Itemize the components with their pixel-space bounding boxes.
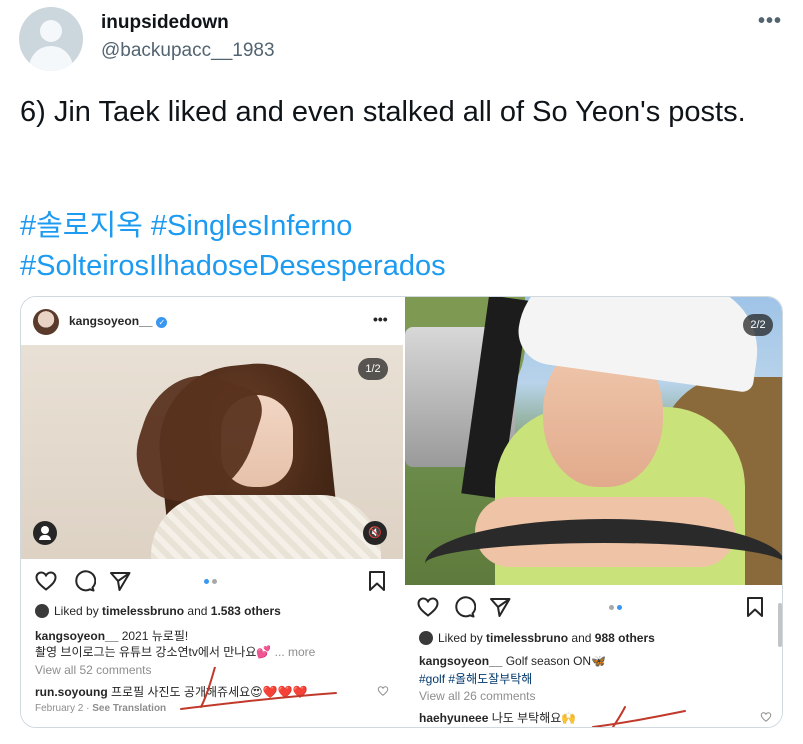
ig-photo-left: 1/2 🔇 bbox=[21, 345, 403, 559]
caption-tags: #golf #올해도잘부탁해 bbox=[419, 672, 533, 686]
caption-line2-text: 촬영 브이로그는 유튜브 강소연tv에서 만나요💕 bbox=[35, 645, 272, 659]
hashtags: #솔로지옥 #SinglesInferno #SolteirosIlhadose… bbox=[20, 206, 760, 286]
liker-avatar bbox=[419, 631, 433, 645]
ig-actions bbox=[21, 569, 403, 599]
mute-icon: 🔇 bbox=[363, 521, 387, 545]
ig-more-icon: ••• bbox=[373, 311, 388, 327]
heart-icon bbox=[417, 597, 439, 617]
hashtag-line[interactable]: #SolteirosIlhadoseDesesperados bbox=[20, 246, 760, 286]
user-tag-icon bbox=[33, 521, 57, 545]
post-date: February 2 · See Translation bbox=[35, 703, 167, 714]
liked-by: Liked by timelessbruno and 988 others bbox=[419, 631, 655, 645]
tweet-text: 6) Jin Taek liked and even stalked all o… bbox=[20, 96, 746, 128]
avatar[interactable] bbox=[19, 7, 83, 71]
annotation-underline bbox=[180, 667, 337, 710]
verified-icon: ✓ bbox=[156, 317, 168, 328]
more-dots-icon[interactable]: ••• bbox=[758, 10, 782, 33]
view-all-comments: View all 26 comments bbox=[419, 689, 536, 703]
comment-like-icon bbox=[377, 686, 389, 696]
bookmark-icon bbox=[369, 571, 385, 591]
carousel-dot-active bbox=[204, 579, 209, 584]
see-translation: See Translation bbox=[92, 703, 167, 714]
caption: kangsoyeon__ Golf season ON🦋 bbox=[419, 654, 606, 668]
ig-avatar bbox=[33, 309, 59, 335]
heart-icon bbox=[35, 571, 57, 591]
caption-user: kangsoyeon__ bbox=[35, 629, 119, 643]
date-text: February 2 bbox=[35, 703, 84, 714]
liker-avatar bbox=[35, 604, 49, 618]
ig-post-right: 2/2 Liked by timelessbruno and 988 other… bbox=[405, 297, 782, 727]
caption-line2: 촬영 브이로그는 유튜브 강소연tv에서 만나요💕 ... more bbox=[35, 643, 315, 660]
carousel-dot bbox=[212, 579, 217, 584]
liked-rest: and bbox=[184, 604, 211, 618]
comment-like-icon bbox=[760, 712, 772, 722]
share-icon bbox=[110, 572, 131, 591]
caption-more: ... more bbox=[271, 645, 316, 659]
liked-user: timelessbruno bbox=[486, 631, 569, 645]
avatar-head bbox=[40, 20, 62, 42]
ig-post-header: kangsoyeon__ ✓ ••• bbox=[21, 297, 403, 345]
avatar-body bbox=[29, 46, 73, 71]
carousel-dot-active bbox=[617, 605, 622, 610]
comment-icon bbox=[455, 596, 476, 618]
caption-user: kangsoyeon__ bbox=[419, 654, 503, 668]
liked-by-prefix: Liked by bbox=[438, 631, 487, 645]
comment: haehyuneee 나도 부탁해요🙌 bbox=[419, 709, 576, 726]
liked-by-prefix: Liked by bbox=[54, 604, 103, 618]
caption: kangsoyeon__ 2021 뉴로필! bbox=[35, 627, 188, 644]
comment-text: 나도 부탁해요🙌 bbox=[488, 711, 577, 725]
annotation-underline bbox=[592, 706, 686, 727]
handle[interactable]: @backupacc__1983 bbox=[101, 40, 275, 62]
liked-count: 1.583 others bbox=[210, 604, 281, 618]
liked-rest: and bbox=[568, 631, 595, 645]
share-icon bbox=[490, 598, 511, 617]
liked-user: timelessbruno bbox=[102, 604, 185, 618]
ig-photo-right: 2/2 bbox=[405, 297, 782, 585]
liked-count: 988 others bbox=[594, 631, 655, 645]
comment-icon bbox=[75, 570, 96, 592]
image-counter-badge: 2/2 bbox=[743, 314, 773, 336]
ig-username: kangsoyeon__ ✓ bbox=[69, 314, 168, 328]
comment-user: haehyuneee bbox=[419, 711, 489, 725]
media-container[interactable]: kangsoyeon__ ✓ ••• 1/2 🔇 Liked by timele… bbox=[20, 296, 783, 728]
carousel-dot bbox=[609, 605, 614, 610]
comment-user: run.soyoung bbox=[35, 685, 108, 699]
photo-sweater bbox=[151, 495, 381, 559]
caption-text: Golf season ON🦋 bbox=[502, 654, 607, 668]
bookmark-icon bbox=[747, 597, 763, 617]
scrollbar bbox=[778, 603, 782, 647]
view-all-comments: View all 52 comments bbox=[35, 663, 152, 677]
display-name[interactable]: inupsidedown bbox=[101, 12, 229, 34]
tweet: inupsidedown @backupacc__1983 ••• 6) Jin… bbox=[0, 0, 803, 744]
image-counter-badge: 1/2 bbox=[358, 358, 388, 380]
liked-by: Liked by timelessbruno and 1.583 others bbox=[35, 604, 281, 618]
hashtag-line[interactable]: #솔로지옥 #SinglesInferno bbox=[20, 206, 760, 246]
ig-post-left: kangsoyeon__ ✓ ••• 1/2 🔇 Liked by timele… bbox=[21, 297, 403, 727]
ig-actions bbox=[405, 595, 782, 625]
caption-text: 2021 뉴로필! bbox=[118, 629, 189, 643]
ig-username-text: kangsoyeon__ bbox=[69, 314, 153, 328]
